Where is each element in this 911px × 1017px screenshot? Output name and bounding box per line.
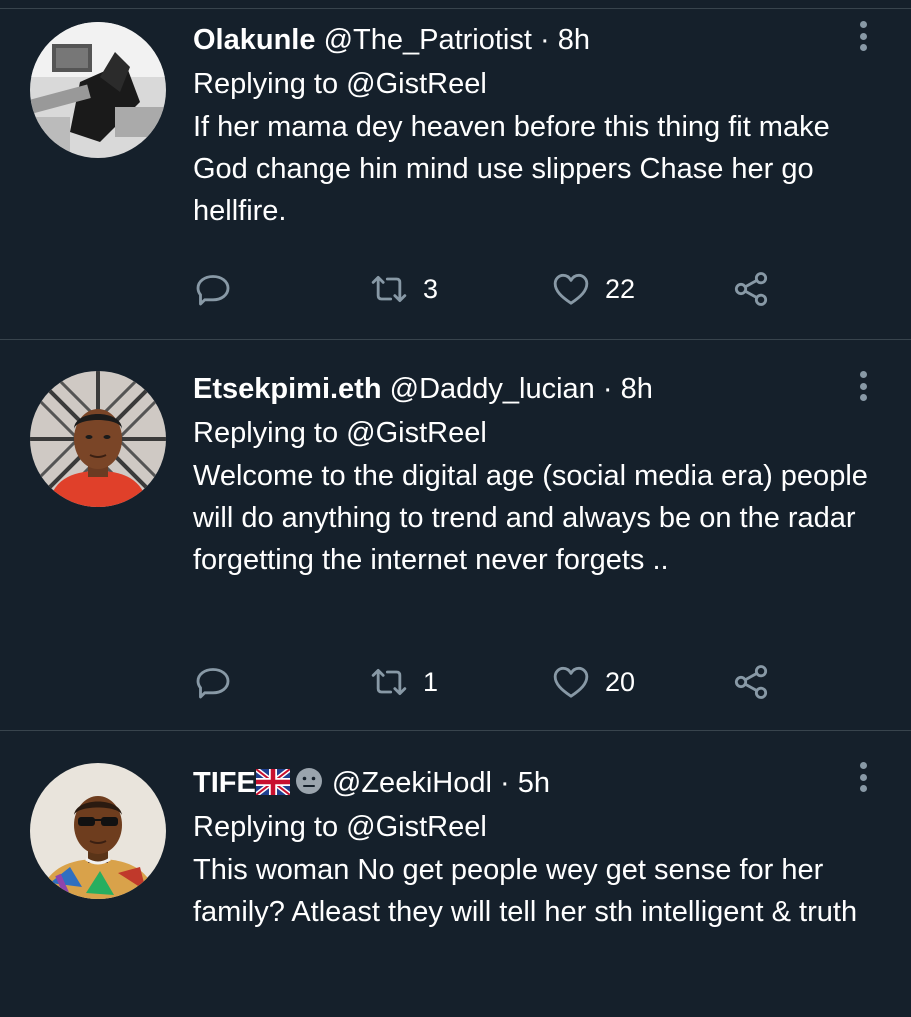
like-button[interactable]: 22 <box>551 267 635 311</box>
display-name[interactable]: TIFE <box>193 767 256 799</box>
username[interactable]: @ZeekiHodl <box>332 767 492 799</box>
like-count: 22 <box>605 273 636 304</box>
avatar[interactable] <box>30 22 166 158</box>
tweet-header: Etsekpimi.eth @Daddy_lucian · 8h <box>193 371 871 407</box>
uk-flag-icon <box>255 769 290 795</box>
display-name[interactable]: Olakunle <box>193 24 316 56</box>
reply-icon <box>196 668 230 699</box>
tweet-header: Olakunle @The_Patriotist · 8h <box>193 22 871 58</box>
display-name[interactable]: Etsekpimi.eth <box>193 373 382 405</box>
retweet-icon <box>371 668 407 696</box>
retweet-count: 3 <box>423 273 439 304</box>
timestamp[interactable]: 8h <box>621 373 653 405</box>
avatar[interactable] <box>30 763 166 899</box>
retweet-button[interactable]: 3 <box>369 267 438 311</box>
action-bar: 3 22 <box>193 267 813 311</box>
separator: · <box>602 373 613 405</box>
timestamp[interactable]: 5h <box>518 767 550 799</box>
action-bar: 1 20 <box>193 660 813 704</box>
reply-button[interactable] <box>193 660 233 704</box>
replying-to[interactable]: Replying to @GistReel <box>193 809 871 845</box>
tweet[interactable]: TIFE @ZeekiHodl · 5h Replying to @GistRe… <box>0 731 911 1017</box>
tweet-header: TIFE @ZeekiHodl · 5h <box>193 765 871 801</box>
retweet-button[interactable]: 1 <box>369 660 438 704</box>
face-icon <box>295 768 322 794</box>
replying-to[interactable]: Replying to @GistReel <box>193 66 871 102</box>
share-button[interactable] <box>731 267 771 311</box>
separator: · <box>539 24 550 56</box>
tweet[interactable]: Olakunle @The_Patriotist · 8h Replying t… <box>0 0 911 340</box>
tweet-text: Welcome to the digital age (social media… <box>193 460 868 576</box>
retweet-count: 1 <box>423 666 439 697</box>
tweet-text: This woman No get people wey get sense f… <box>193 854 858 928</box>
tweet[interactable]: Etsekpimi.eth @Daddy_lucian · 8h Replyin… <box>0 340 911 731</box>
username[interactable]: @The_Patriotist <box>324 24 532 56</box>
reply-feed: Olakunle @The_Patriotist · 8h Replying t… <box>0 0 911 1017</box>
tweet-text: If her mama dey heaven before this thing… <box>193 111 830 227</box>
like-count: 20 <box>605 666 636 697</box>
avatar[interactable] <box>30 371 166 507</box>
retweet-icon <box>371 275 407 303</box>
separator: · <box>499 767 510 799</box>
share-icon <box>734 272 768 306</box>
reply-icon <box>196 275 230 306</box>
timestamp[interactable]: 8h <box>558 24 590 56</box>
like-icon <box>553 273 589 305</box>
like-button[interactable]: 20 <box>551 660 635 704</box>
share-icon <box>734 665 768 699</box>
like-icon <box>553 666 589 698</box>
reply-button[interactable] <box>193 267 233 311</box>
share-button[interactable] <box>731 660 771 704</box>
replying-to[interactable]: Replying to @GistReel <box>193 415 871 451</box>
username[interactable]: @Daddy_lucian <box>390 373 595 405</box>
